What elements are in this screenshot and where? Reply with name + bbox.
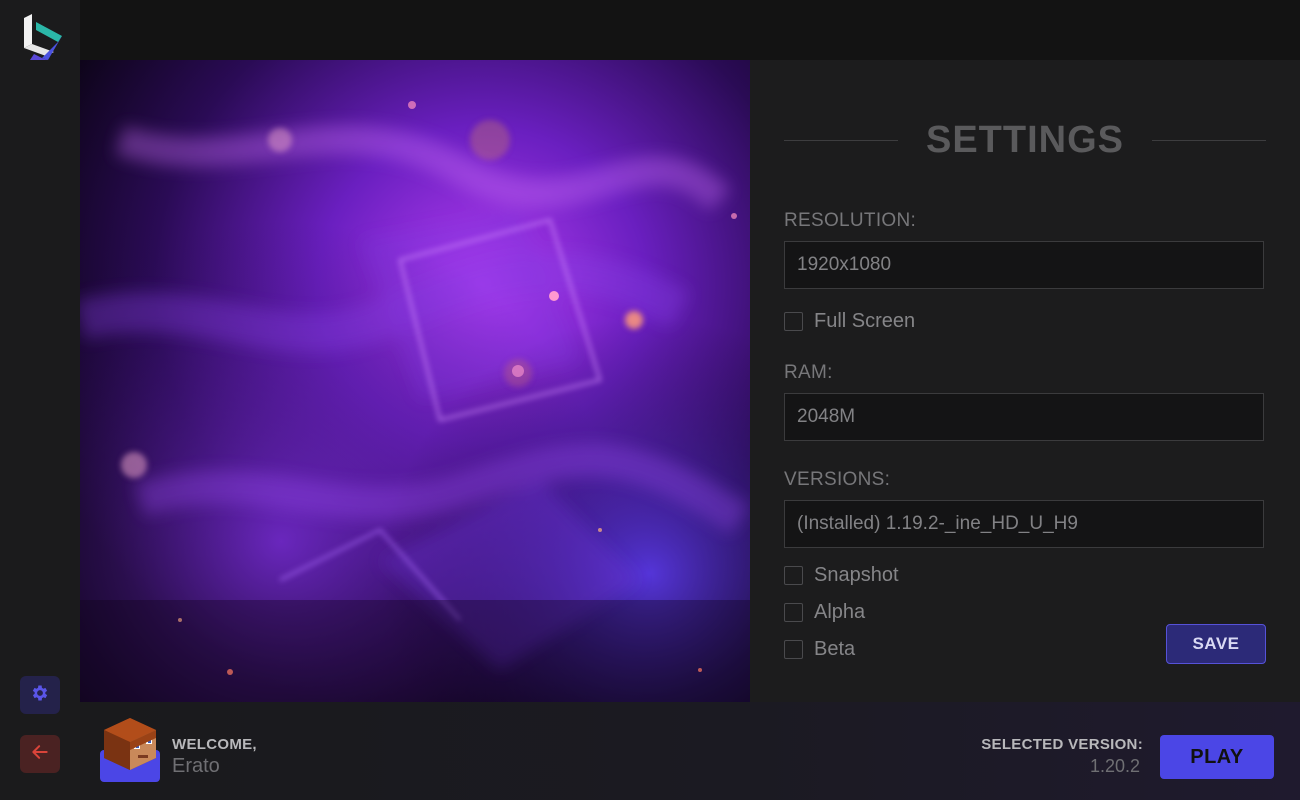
versions-value: (Installed) 1.19.2-_ine_HD_U_H9	[797, 513, 1078, 534]
fullscreen-checkbox[interactable]: Full Screen	[784, 310, 915, 332]
settings-panel: SETTINGS RESOLUTION: 1920x1080 Full Scre…	[750, 60, 1300, 702]
settings-header: SETTINGS	[784, 118, 1266, 162]
ram-label: RAM:	[784, 362, 833, 383]
alpha-checkbox[interactable]: Alpha	[784, 601, 865, 623]
username: Erato	[172, 755, 220, 777]
divider	[1152, 139, 1266, 141]
checkbox-box	[784, 639, 803, 659]
resolution-input[interactable]: 1920x1080	[784, 241, 1264, 289]
settings-button[interactable]	[20, 676, 60, 714]
divider	[784, 139, 898, 141]
ram-value: 2048M	[797, 406, 856, 427]
resolution-value: 1920x1080	[797, 254, 892, 275]
beta-checkbox[interactable]: Beta	[784, 638, 855, 660]
versions-label: VERSIONS:	[784, 469, 891, 490]
play-button[interactable]: PLAY	[1160, 735, 1274, 779]
resolution-label: RESOLUTION:	[784, 210, 917, 231]
fullscreen-label: Full Screen	[814, 309, 916, 332]
avatar	[100, 716, 160, 782]
back-button[interactable]	[20, 735, 60, 773]
background-artwork	[80, 60, 750, 702]
selected-version-value: 1.20.2	[1089, 756, 1140, 776]
ram-input[interactable]: 2048M	[784, 393, 1264, 441]
arrow-left-icon	[30, 742, 50, 767]
footer-bar: WELCOME, Erato SELECTED VERSION: 1.20.2 …	[80, 702, 1300, 800]
sidebar	[0, 0, 80, 800]
save-button[interactable]: SAVE	[1166, 624, 1266, 664]
checkbox-box	[784, 565, 803, 585]
selected-version-label: SELECTED VERSION:	[981, 736, 1143, 753]
welcome-label: WELCOME,	[172, 736, 257, 753]
page-title: SETTINGS	[925, 119, 1125, 161]
checkbox-box	[784, 311, 803, 331]
launcher-logo-icon	[18, 14, 66, 64]
gear-icon	[30, 683, 50, 708]
beta-label: Beta	[814, 637, 856, 660]
alpha-label: Alpha	[814, 600, 866, 623]
snapshot-label: Snapshot	[814, 563, 899, 586]
title-bar	[80, 0, 1300, 60]
versions-select[interactable]: (Installed) 1.19.2-_ine_HD_U_H9	[784, 500, 1264, 548]
snapshot-checkbox[interactable]: Snapshot	[784, 564, 899, 586]
checkbox-box	[784, 602, 803, 622]
